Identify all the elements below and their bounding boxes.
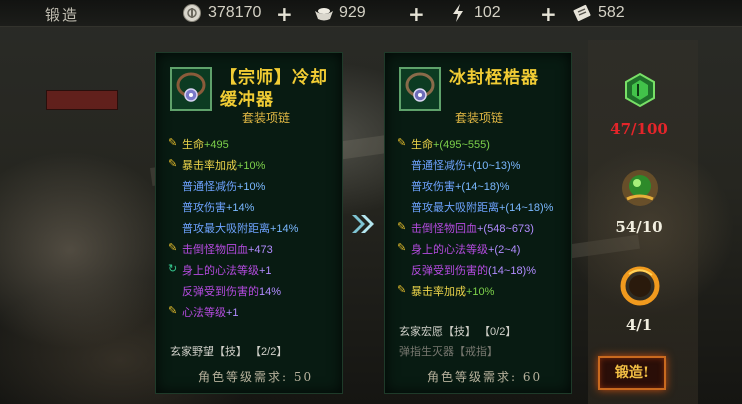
next-stat-6: 反弹受到伤害的(14~18)% (411, 265, 537, 277)
energy-value: 102 (474, 4, 501, 21)
next-item-requirement: 角色等级需求: 60 (427, 370, 543, 384)
energy-resource: 102 (448, 2, 501, 24)
current-stat-3: 普攻伤害+14% (182, 202, 255, 214)
next-stat-2: 普攻伤害+(14~18)% (411, 181, 510, 193)
next-stat-1: 普通怪减伤+(10~13)% (411, 160, 521, 172)
next-stat-7: ✎ 暴击率加成+10% (397, 284, 495, 298)
next-item-panel: 冰封桎梏器 套装项链 ✎ 生命+(495~555) 普通怪减伤+(10~13)% … (384, 52, 572, 394)
current-item-icon-frame (170, 67, 212, 111)
current-item-panel: 【宗师】冷却缓冲器 套装项链 ✎ 生命+495 ✎ 暴击率加成+10% 普通怪减伤+… (155, 52, 343, 394)
material-count-3: 4/1 (625, 316, 653, 334)
top-bar: 锻造 378170 + 929 + 102 + 582 (0, 0, 742, 27)
green-orb-icon (622, 170, 658, 206)
coin-icon (182, 3, 202, 23)
ticket-value: 582 (598, 4, 625, 21)
add-energy-button[interactable]: + (540, 2, 557, 26)
current-stat-8: ✎ 心法等级+1 (168, 305, 239, 319)
add-coin-button[interactable]: + (276, 2, 293, 26)
refresh-icon: ↻ (168, 263, 178, 275)
necklace-icon (176, 72, 206, 102)
ticket-icon (572, 3, 592, 23)
green-gem-icon (625, 72, 655, 108)
current-stat-0: ✎ 生命+495 (168, 137, 229, 151)
necklace-icon (405, 72, 435, 102)
next-stat-4: ✎ 击倒怪物回血+(548~673) (397, 221, 534, 235)
bullet-icon: ✎ (397, 284, 407, 296)
screen-title: 锻造 (45, 6, 80, 24)
current-item-requirement: 角色等级需求: 50 (198, 370, 314, 384)
next-item-skill: 玄家宏愿【技】 【0/2】 (399, 326, 517, 338)
add-ingot-button[interactable]: + (408, 2, 425, 26)
compare-arrow-icon (350, 212, 378, 240)
bullet-icon: ✎ (168, 242, 178, 254)
ingot-resource: 929 (313, 2, 366, 24)
next-stat-0: ✎ 生命+(495~555) (397, 137, 490, 151)
current-item-skill: 玄家野望【技】 【2/2】 (170, 346, 288, 358)
current-stat-1: ✎ 暴击率加成+10% (168, 158, 266, 172)
material-count-1: 47/100 (610, 120, 668, 138)
bullet-icon: ✎ (397, 221, 407, 233)
next-stat-5: ✎ 身上的心法等级+(2~4) (397, 242, 521, 256)
current-item-type: 套装项链 (242, 111, 291, 125)
next-item-type: 套装项链 (455, 111, 504, 125)
current-stat-2: 普通怪减伤+10% (182, 181, 266, 193)
current-item-title: 【宗师】冷却缓冲器 (220, 68, 328, 110)
bullet-icon: ✎ (397, 137, 407, 149)
lightning-icon (448, 3, 468, 23)
bullet-icon: ✎ (168, 137, 178, 149)
current-stat-6: ↻ 身上的心法等级+1 (168, 263, 272, 277)
next-item-skill-2: 弹指生灭器【戒指】 (399, 346, 498, 358)
coin-value: 378170 (208, 4, 262, 21)
ingot-value: 929 (339, 4, 366, 21)
bullet-icon: ✎ (168, 158, 178, 170)
next-item-icon-frame (399, 67, 441, 111)
current-stat-7: 反弹受到伤害的14% (182, 286, 282, 298)
current-stat-4: 普攻最大吸附距离+14% (182, 223, 299, 235)
material-slot-2[interactable] (609, 158, 671, 218)
fire-ring-icon (620, 266, 660, 306)
material-count-2: 54/10 (615, 218, 663, 236)
bullet-icon: ✎ (397, 242, 407, 254)
bullet-icon: ✎ (168, 305, 178, 317)
coin-resource: 378170 (182, 2, 261, 24)
ticket-resource: 582 (572, 2, 625, 24)
next-stat-3: 普攻最大吸附距离+(14~18)% (411, 202, 554, 214)
current-stat-5: ✎ 击倒怪物回血+473 (168, 242, 273, 256)
ingot-icon (313, 3, 333, 23)
material-slot-1[interactable] (609, 60, 671, 120)
forge-button[interactable]: 锻造! (598, 356, 666, 390)
material-slot-3[interactable] (609, 256, 671, 316)
next-item-title: 冰封桎梏器 (449, 68, 539, 88)
